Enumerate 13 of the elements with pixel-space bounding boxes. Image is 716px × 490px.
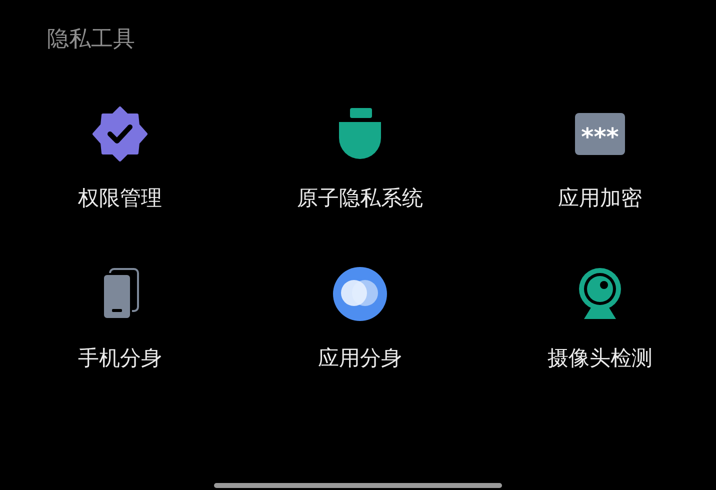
- tool-label[interactable]: 摄像头检测: [548, 344, 652, 372]
- shield-icon[interactable]: [337, 108, 383, 160]
- section-title: 隐私工具: [47, 26, 135, 54]
- phones-icon[interactable]: [101, 268, 139, 320]
- badge-check-icon[interactable]: [92, 106, 148, 162]
- tool-label[interactable]: 手机分身: [78, 344, 162, 372]
- overlapping-circles-icon[interactable]: [332, 266, 388, 322]
- webcam-icon[interactable]: [576, 266, 624, 322]
- tool-label[interactable]: 应用加密: [558, 184, 642, 212]
- password-icon[interactable]: ***: [575, 113, 625, 155]
- tool-label[interactable]: 原子隐私系统: [297, 184, 423, 212]
- tool-label[interactable]: 权限管理: [78, 184, 162, 212]
- tool-label[interactable]: 应用分身: [318, 344, 402, 372]
